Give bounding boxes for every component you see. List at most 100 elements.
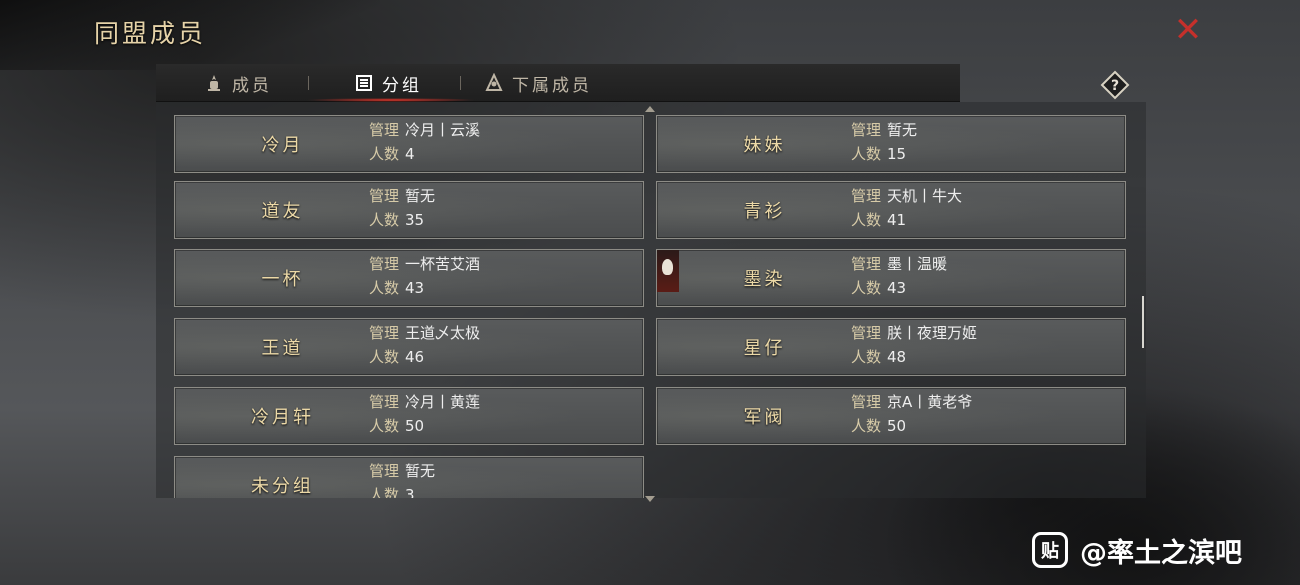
tab-subordinates-label: 下属成员 xyxy=(512,75,592,96)
watermark: 贴 @率土之滨吧 xyxy=(1032,530,1242,570)
tab-subordinates[interactable]: 下属成员 xyxy=(484,64,592,102)
manager-label: 管理 xyxy=(369,462,400,480)
group-count: 4 xyxy=(405,145,415,163)
close-button[interactable]: ✕ xyxy=(1170,12,1206,48)
subordinate-icon xyxy=(484,72,504,93)
group-card[interactable]: 王道 管理 王道乄太极 人数 46 xyxy=(174,318,644,376)
group-count: 43 xyxy=(405,279,425,297)
group-manager: 暂无 xyxy=(887,121,918,139)
manager-label: 管理 xyxy=(851,255,882,273)
group-card[interactable]: 青衫 管理 天机丨牛大 人数 41 xyxy=(656,181,1126,239)
tab-bar: 成员 分组 下属成员 xyxy=(156,64,960,102)
group-card[interactable]: 墨染 管理 墨丨温暖 人数 43 xyxy=(656,249,1126,307)
scroll-up-arrow-icon xyxy=(645,106,655,112)
group-count: 15 xyxy=(887,145,907,163)
group-card[interactable]: 未分组 管理 暂无 人数 3 xyxy=(174,456,644,498)
count-label: 人数 xyxy=(851,211,882,229)
group-manager: 王道乄太极 xyxy=(405,324,481,342)
scrollbar-thumb[interactable] xyxy=(1142,296,1144,348)
group-card[interactable]: 妹妹 管理 暂无 人数 15 xyxy=(656,115,1126,173)
group-manager: 冷月丨云溪 xyxy=(405,121,481,139)
manager-label: 管理 xyxy=(851,187,882,205)
svg-text:?: ? xyxy=(1111,78,1119,94)
manager-label: 管理 xyxy=(851,324,882,342)
group-manager: 一杯苦艾酒 xyxy=(405,255,481,273)
manager-label: 管理 xyxy=(369,324,400,342)
members-icon xyxy=(204,73,224,93)
group-count-row: 人数 41 xyxy=(851,209,906,230)
group-manager-row: 管理 天机丨牛大 xyxy=(851,185,962,206)
group-manager-row: 管理 朕丨夜理万姬 xyxy=(851,322,977,343)
group-card[interactable]: 星仔 管理 朕丨夜理万姬 人数 48 xyxy=(656,318,1126,376)
group-count: 50 xyxy=(405,417,425,435)
group-list-panel: 冷月 管理 冷月丨云溪 人数 4 妹妹 管理 暂无 人数 15 道友 管理 暂无 人数 35 xyxy=(156,102,1146,498)
group-manager: 京A丨黄老爷 xyxy=(887,393,973,411)
group-count: 46 xyxy=(405,348,425,366)
group-manager-row: 管理 暂无 xyxy=(851,119,917,140)
group-count-row: 人数 3 xyxy=(369,484,415,498)
group-manager: 天机丨牛大 xyxy=(887,187,963,205)
group-name: 妹妹 xyxy=(743,135,786,156)
group-card[interactable]: 一杯 管理 一杯苦艾酒 人数 43 xyxy=(174,249,644,307)
group-manager: 朕丨夜理万姬 xyxy=(887,324,978,342)
group-manager-row: 管理 一杯苦艾酒 xyxy=(369,253,480,274)
group-count: 3 xyxy=(405,486,415,498)
count-label: 人数 xyxy=(369,348,400,366)
group-manager-row: 管理 暂无 xyxy=(369,460,435,481)
group-count-row: 人数 48 xyxy=(851,346,906,367)
group-card[interactable]: 冷月轩 管理 冷月丨黄莲 人数 50 xyxy=(174,387,644,445)
group-manager-row: 管理 京A丨黄老爷 xyxy=(851,391,972,412)
group-count: 35 xyxy=(405,211,425,229)
group-name: 星仔 xyxy=(743,338,786,359)
group-card[interactable]: 道友 管理 暂无 人数 35 xyxy=(174,181,644,239)
count-label: 人数 xyxy=(851,145,882,163)
group-name: 王道 xyxy=(261,338,304,359)
group-manager-row: 管理 冷月丨黄莲 xyxy=(369,391,480,412)
manager-label: 管理 xyxy=(851,121,882,139)
group-name: 军阀 xyxy=(743,407,786,428)
manager-label: 管理 xyxy=(851,393,882,411)
group-count-row: 人数 43 xyxy=(369,277,424,298)
count-label: 人数 xyxy=(369,486,400,498)
group-count-row: 人数 15 xyxy=(851,143,906,164)
group-card[interactable]: 冷月 管理 冷月丨云溪 人数 4 xyxy=(174,115,644,173)
count-label: 人数 xyxy=(851,279,882,297)
group-name: 道友 xyxy=(261,201,304,222)
tab-divider xyxy=(308,76,309,90)
group-manager-row: 管理 王道乄太极 xyxy=(369,322,480,343)
group-card[interactable]: 军阀 管理 京A丨黄老爷 人数 50 xyxy=(656,387,1126,445)
group-count-row: 人数 46 xyxy=(369,346,424,367)
group-manager: 暂无 xyxy=(405,462,436,480)
group-list[interactable]: 冷月 管理 冷月丨云溪 人数 4 妹妹 管理 暂无 人数 15 道友 管理 暂无 人数 35 xyxy=(156,102,1146,498)
group-count-row: 人数 4 xyxy=(369,143,415,164)
groups-icon xyxy=(354,73,374,93)
tab-groups[interactable]: 分组 xyxy=(354,64,422,102)
window-title: 同盟成员 xyxy=(94,19,207,48)
count-label: 人数 xyxy=(851,417,882,435)
group-count: 48 xyxy=(887,348,907,366)
group-count-row: 人数 43 xyxy=(851,277,906,298)
group-count: 41 xyxy=(887,211,907,229)
group-manager-row: 管理 墨丨温暖 xyxy=(851,253,947,274)
group-name: 一杯 xyxy=(261,269,304,290)
tab-members[interactable]: 成员 xyxy=(204,64,272,102)
help-button[interactable]: ? xyxy=(1100,70,1130,100)
scroll-down-arrow-icon xyxy=(645,496,655,502)
group-name: 未分组 xyxy=(251,476,314,497)
group-manager: 墨丨温暖 xyxy=(887,255,948,273)
group-count: 43 xyxy=(887,279,907,297)
count-label: 人数 xyxy=(369,417,400,435)
count-label: 人数 xyxy=(369,211,400,229)
group-count-row: 人数 35 xyxy=(369,209,424,230)
manager-label: 管理 xyxy=(369,187,400,205)
group-manager: 暂无 xyxy=(405,187,436,205)
group-name: 墨染 xyxy=(743,269,786,290)
manager-label: 管理 xyxy=(369,255,400,273)
group-manager-row: 管理 冷月丨云溪 xyxy=(369,119,480,140)
count-label: 人数 xyxy=(851,348,882,366)
tieba-logo-icon: 贴 xyxy=(1032,532,1068,568)
group-count: 50 xyxy=(887,417,907,435)
group-name: 青衫 xyxy=(743,201,786,222)
group-manager-row: 管理 暂无 xyxy=(369,185,435,206)
group-name: 冷月轩 xyxy=(251,407,314,428)
